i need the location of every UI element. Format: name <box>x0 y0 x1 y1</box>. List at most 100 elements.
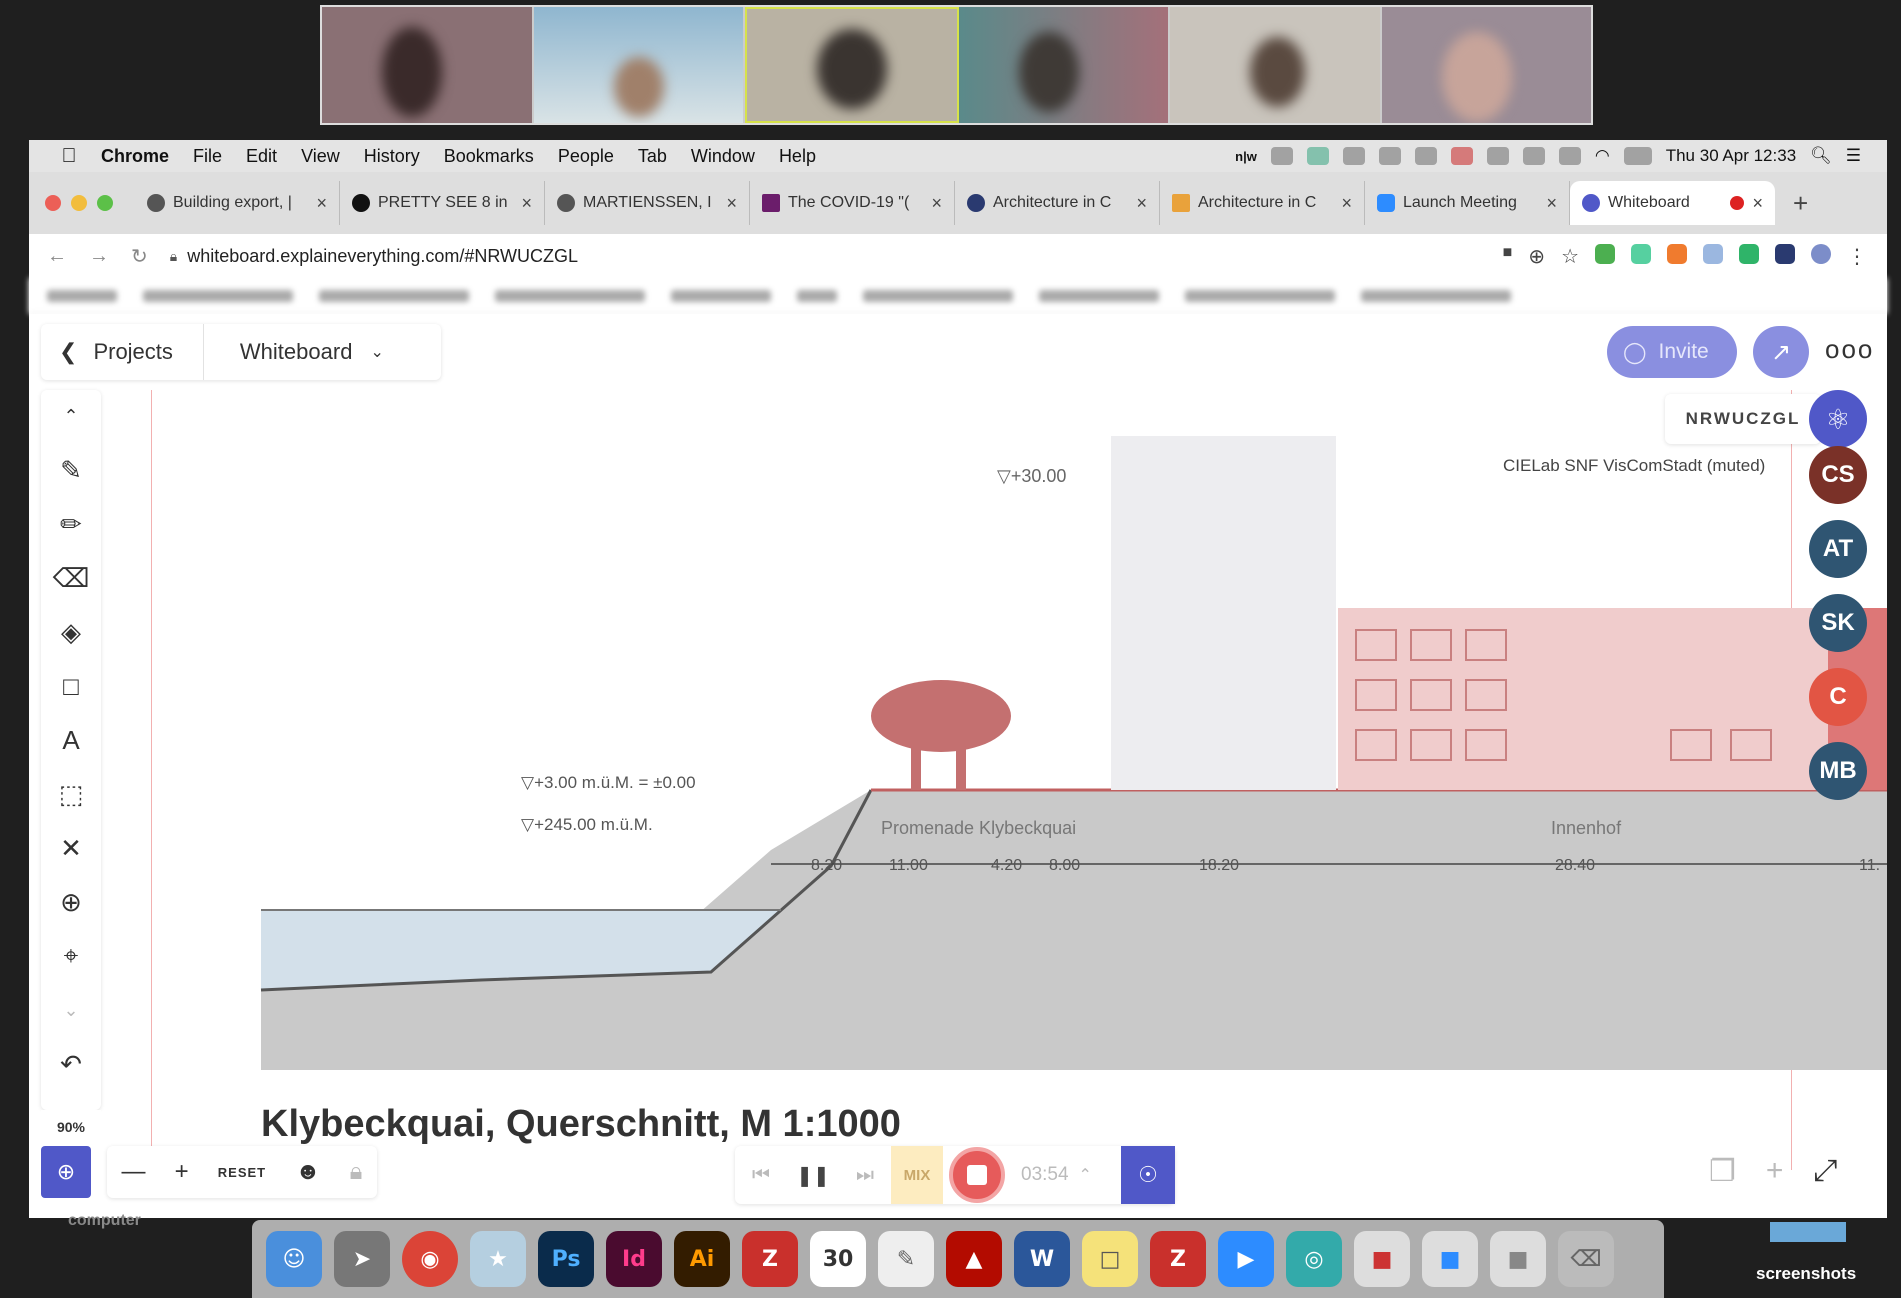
mix-button[interactable]: MIX <box>891 1146 943 1204</box>
notification-center-icon[interactable]: ☰ <box>1846 146 1861 166</box>
whiteboard-canvas[interactable]: 8.20 11.00 4.20 8.00 18.20 28.40 11. ▽+3… <box>151 390 1887 1170</box>
shield-icon[interactable] <box>1450 147 1473 165</box>
zoom-in-button[interactable]: + <box>175 1158 189 1186</box>
url-field[interactable]: 🔒︎ whiteboard.explaineverything.com/#NRW… <box>170 246 578 267</box>
close-tab-icon[interactable]: × <box>1341 193 1352 214</box>
menu-people[interactable]: People <box>546 146 626 167</box>
calendar-icon[interactable]: 30 <box>810 1231 866 1287</box>
bookmark-item[interactable] <box>1185 289 1335 302</box>
tray-icon[interactable] <box>1414 147 1437 165</box>
close-tab-icon[interactable]: × <box>521 193 532 214</box>
shapes-icon[interactable]: □ <box>53 670 89 702</box>
incognito-icon[interactable]: ☻ <box>295 1158 320 1186</box>
indesign-icon[interactable]: Id <box>606 1231 662 1287</box>
textedit-icon[interactable]: ✎ <box>878 1231 934 1287</box>
profile-icon[interactable] <box>1811 243 1831 264</box>
pause-button[interactable]: ❚❚ <box>787 1146 839 1204</box>
extension-icon[interactable] <box>1595 243 1615 264</box>
chrome-menu-icon[interactable]: ⋮ <box>1847 244 1867 269</box>
minimize-window-button[interactable] <box>71 195 87 211</box>
clock[interactable]: Thu 30 Apr 12:33 <box>1666 146 1796 166</box>
reset-zoom-button[interactable]: RESET <box>218 1165 266 1180</box>
tab-building-export[interactable]: Building export, | × <box>135 181 340 225</box>
menu-bookmarks[interactable]: Bookmarks <box>432 146 546 167</box>
tray-icon[interactable] <box>1486 147 1509 165</box>
video-tile[interactable] <box>1381 7 1591 123</box>
avatar[interactable]: SK <box>1809 594 1867 652</box>
desktop-item-label[interactable]: computer <box>68 1212 141 1230</box>
menu-file[interactable]: File <box>181 146 234 167</box>
reload-icon[interactable]: ↻ <box>131 244 148 269</box>
close-tab-icon[interactable]: × <box>726 193 737 214</box>
avatar[interactable]: MB <box>1809 742 1867 800</box>
bookmark-item[interactable] <box>495 289 645 302</box>
back-arrow-icon[interactable]: ← <box>47 245 67 268</box>
menu-tab[interactable]: Tab <box>626 146 679 167</box>
projects-back-button[interactable]: ❮ Projects <box>41 324 204 380</box>
eraser-icon[interactable]: ⌫ <box>53 562 90 594</box>
extension-icon[interactable] <box>1631 243 1651 264</box>
select-icon[interactable]: ⌖ <box>53 940 89 972</box>
tray-icon[interactable] <box>1522 147 1545 165</box>
stickies-icon[interactable]: □ <box>1082 1231 1138 1287</box>
chevron-up-icon[interactable]: ⌃ <box>53 400 89 432</box>
share-button[interactable]: ↗ <box>1753 326 1809 378</box>
rewind-button[interactable]: ⏮ <box>735 1146 787 1204</box>
video-tile[interactable] <box>745 7 959 123</box>
slides-icon[interactable]: ❐ <box>1709 1154 1736 1189</box>
zotero-icon[interactable]: Z <box>1150 1231 1206 1287</box>
tab-whiteboard[interactable]: Whiteboard × <box>1570 181 1775 225</box>
close-tab-icon[interactable]: × <box>316 193 327 214</box>
fast-forward-button[interactable]: ⏭ <box>839 1146 891 1204</box>
zoom-plus-icon[interactable]: ⊕ <box>1528 244 1545 269</box>
document-stack-icon[interactable]: ■ <box>1422 1231 1478 1287</box>
pen-icon[interactable]: ✎ <box>53 454 89 486</box>
bookmark-item[interactable] <box>47 289 117 302</box>
bookmark-item[interactable] <box>863 289 1013 302</box>
folder-icon[interactable] <box>1770 1222 1846 1242</box>
apple-icon[interactable]:  <box>49 145 89 168</box>
tray-icon[interactable] <box>1306 147 1329 165</box>
add-slide-button[interactable]: + <box>1766 1154 1784 1189</box>
extension-icon[interactable] <box>1667 243 1687 264</box>
collaboration-icon[interactable]: ⚛ <box>1809 390 1867 448</box>
word-icon[interactable]: W <box>1014 1231 1070 1287</box>
tray-label[interactable]: n|w <box>1235 149 1257 164</box>
forward-arrow-icon[interactable]: → <box>89 245 109 268</box>
extension-icon[interactable] <box>1775 243 1795 264</box>
more-menu-button[interactable]: ooo <box>1825 334 1874 365</box>
acrobat-icon[interactable]: ▲ <box>946 1231 1002 1287</box>
menu-edit[interactable]: Edit <box>234 146 289 167</box>
laser-pointer-icon[interactable]: ⊕ <box>53 886 89 918</box>
bookmark-item[interactable] <box>671 289 771 302</box>
preview-icon[interactable]: ★ <box>470 1231 526 1287</box>
avatar[interactable]: CS <box>1809 446 1867 504</box>
close-tab-icon[interactable]: × <box>1752 193 1763 214</box>
video-tile[interactable] <box>533 7 745 123</box>
video-tile[interactable] <box>958 7 1170 123</box>
document-stack-icon[interactable]: ■ <box>1490 1231 1546 1287</box>
stop-recording-button[interactable] <box>949 1147 1005 1203</box>
tab-architecture-2[interactable]: Architecture in C × <box>1160 181 1365 225</box>
text-icon[interactable]: A <box>53 724 89 756</box>
extension-icon[interactable] <box>1703 243 1723 264</box>
insert-icon[interactable]: ⬚ <box>53 778 89 810</box>
menu-window[interactable]: Window <box>679 146 767 167</box>
star-icon[interactable]: ☆ <box>1561 244 1579 269</box>
menu-chrome[interactable]: Chrome <box>89 146 181 167</box>
launchpad-icon[interactable]: ➤ <box>334 1231 390 1287</box>
fill-icon[interactable]: ◈ <box>53 616 89 648</box>
close-tab-icon[interactable]: × <box>1546 193 1557 214</box>
illustrator-icon[interactable]: Ai <box>674 1231 730 1287</box>
close-tab-icon[interactable]: × <box>1136 193 1147 214</box>
menu-history[interactable]: History <box>352 146 432 167</box>
document-stack-icon[interactable]: ■ <box>1354 1231 1410 1287</box>
board-name-dropdown[interactable]: Whiteboard ⌄ <box>204 339 384 365</box>
chevron-up-icon[interactable]: ⌃ <box>1079 1165 1092 1185</box>
tray-icon[interactable] <box>1378 147 1401 165</box>
fullscreen-icon[interactable]: ⤢ <box>1813 1154 1837 1189</box>
video-tile[interactable] <box>322 7 534 123</box>
close-tab-icon[interactable]: × <box>931 193 942 214</box>
invite-button[interactable]: ◯ Invite <box>1607 326 1737 378</box>
bookmark-item[interactable] <box>1039 289 1159 302</box>
